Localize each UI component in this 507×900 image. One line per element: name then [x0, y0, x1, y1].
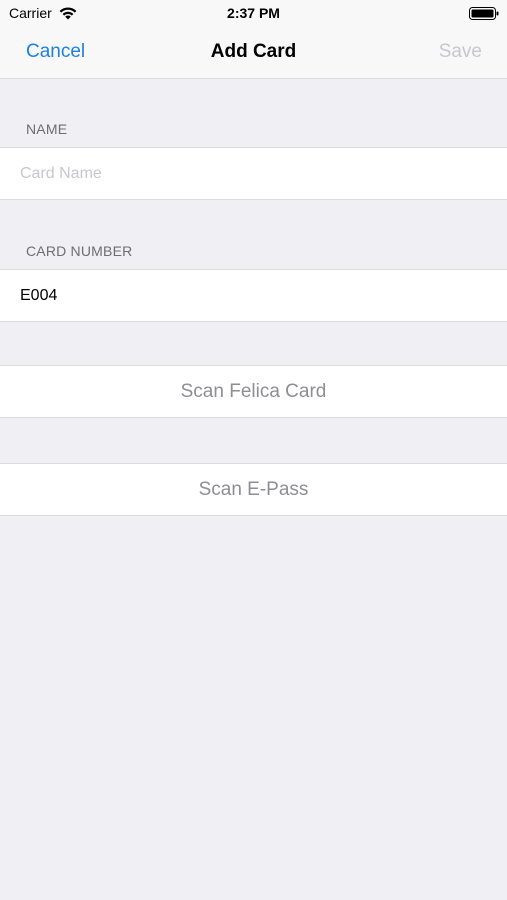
cancel-button[interactable]: Cancel — [26, 41, 85, 63]
battery-icon — [469, 7, 499, 20]
navigation-bar: Cancel Add Card Save — [0, 28, 507, 79]
card-number-input[interactable] — [20, 270, 490, 321]
status-bar: Carrier 2:37 PM — [0, 0, 507, 28]
add-card-screen: Carrier 2:37 PM Cancel Add Card Save NAM… — [0, 0, 507, 900]
card-number-section-header: CARD NUMBER — [26, 243, 133, 259]
scan-felica-card-button[interactable]: Scan Felica Card — [0, 365, 507, 418]
status-time: 2:37 PM — [227, 5, 280, 21]
name-section-header: NAME — [26, 121, 68, 137]
card-name-input[interactable] — [20, 148, 490, 199]
card-name-cell — [0, 147, 507, 200]
scan-epass-button[interactable]: Scan E-Pass — [0, 463, 507, 516]
card-number-cell — [0, 269, 507, 322]
save-button[interactable]: Save — [439, 41, 482, 63]
